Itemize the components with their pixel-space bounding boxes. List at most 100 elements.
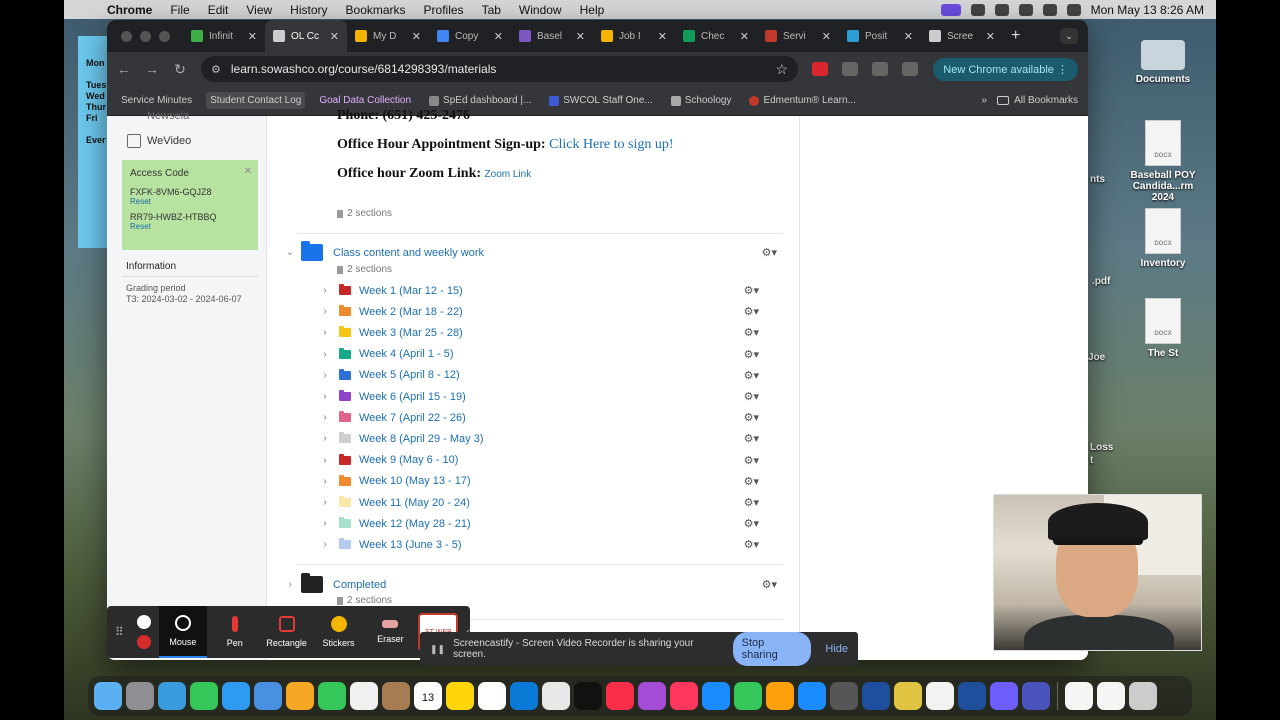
dock-app-icon[interactable] [926,682,954,710]
week-folder-name[interactable]: Week 3 (Mar 25 - 28) [359,327,463,339]
profile-icon[interactable] [902,62,918,76]
menu-profiles[interactable]: Profiles [424,3,464,17]
zoom-window-button[interactable] [159,30,170,42]
week-folder-name[interactable]: Week 2 (Mar 18 - 22) [359,306,463,318]
minimize-window-button[interactable] [140,30,151,42]
dock-app-icon[interactable] [254,682,282,710]
chevron-right-icon[interactable]: › [319,349,331,360]
dock-app-icon[interactable] [638,682,666,710]
chevron-right-icon[interactable]: › [283,579,297,590]
week-folder-name[interactable]: Week 10 (May 13 - 17) [359,475,471,487]
bookmark-star-icon[interactable]: ☆ [775,61,788,78]
chevron-right-icon[interactable]: › [319,455,331,466]
gear-icon[interactable]: ⚙▾ [744,475,759,488]
screencastify-extension-icon[interactable] [812,62,828,76]
search-icon[interactable] [1066,3,1081,16]
tab-3[interactable]: Copy ✕ [429,20,511,52]
webcam-preview[interactable] [993,494,1202,651]
tab-9[interactable]: Scree ✕ [921,20,1003,52]
week-folder-row[interactable]: › Week 6 (April 15 - 19) ⚙▾ [319,386,769,407]
tab-5[interactable]: Job I ✕ [593,20,675,52]
week-folder-name[interactable]: Week 8 (April 29 - May 3) [359,433,484,445]
dock-app-icon[interactable] [190,682,218,710]
dock-app-icon[interactable] [894,682,922,710]
dock-app-icon[interactable] [1022,682,1050,710]
chevron-right-icon[interactable]: › [319,412,331,423]
bookmark-schoology[interactable]: Schoology [667,92,736,109]
address-bar[interactable]: ⚙ learn.sowashco.org/course/6814298393/m… [201,56,798,82]
dock-app-icon[interactable] [862,682,890,710]
week-folder-name[interactable]: Week 9 (May 6 - 10) [359,454,458,466]
gear-icon[interactable]: ⚙▾ [762,246,777,259]
screen-share-icon[interactable] [940,3,961,16]
week-folder-name[interactable]: Week 6 (April 15 - 19) [359,391,466,403]
battery-icon[interactable] [1018,3,1033,16]
sidebar-item-wevideo[interactable]: WeVideo [127,134,191,148]
close-tab-icon[interactable]: ✕ [494,30,503,43]
dock-app-icon[interactable] [382,682,410,710]
dock-app-icon[interactable] [446,682,474,710]
dock-app-icon[interactable] [1097,682,1125,710]
chevron-right-icon[interactable]: › [319,539,331,550]
reset-link[interactable]: Reset [130,222,250,231]
close-tab-icon[interactable]: ✕ [412,30,421,43]
reading-list-icon[interactable] [872,62,888,76]
gear-icon[interactable]: ⚙▾ [744,348,759,361]
chevron-right-icon[interactable]: › [319,476,331,487]
new-tab-button[interactable]: + [1011,27,1020,45]
week-folder-row[interactable]: › Week 4 (April 1 - 5) ⚙▾ [319,344,769,365]
rectangle-tool-button[interactable]: Rectangle [263,606,311,658]
mouse-tool-button[interactable]: Mouse [158,606,207,658]
dock-app-icon[interactable] [670,682,698,710]
week-folder-name[interactable]: Week 11 (May 20 - 24) [359,497,470,509]
reset-link[interactable]: Reset [130,197,250,206]
menu-view[interactable]: View [246,3,272,17]
dock-app-icon[interactable] [958,682,986,710]
close-tab-icon[interactable]: ✕ [576,30,585,43]
bookmark-swcol-staff[interactable]: SWCOL Staff One... [545,92,656,109]
desktop-file-baseball[interactable]: Baseball POY Candida...rm 2024 [1123,120,1203,203]
gear-icon[interactable]: ⚙▾ [744,390,759,403]
gear-icon[interactable]: ⚙▾ [744,517,759,530]
chevron-right-icon[interactable]: › [319,497,331,508]
dock-app-icon[interactable] [734,682,762,710]
week-folder-row[interactable]: › Week 11 (May 20 - 24) ⚙▾ [319,492,769,513]
bookmark-goal-data-collection[interactable]: Goal Data Collection [315,92,415,109]
bookmark-service-minutes[interactable]: Service Minutes [117,92,196,109]
bluetooth-icon[interactable] [994,3,1009,16]
folder-name[interactable]: Completed [333,579,386,591]
extensions-puzzle-icon[interactable] [842,62,858,76]
chevron-right-icon[interactable]: › [319,285,331,296]
dock-app-icon[interactable] [702,682,730,710]
week-folder-name[interactable]: Week 13 (June 3 - 5) [359,539,462,551]
chevron-right-icon[interactable]: › [319,370,331,381]
menu-chrome[interactable]: Chrome [107,3,152,17]
week-folder-name[interactable]: Week 12 (May 28 - 21) [359,518,471,530]
dock-app-icon[interactable] [126,682,154,710]
stop-sharing-button[interactable]: Stop sharing [732,632,812,666]
menu-bookmarks[interactable]: Bookmarks [346,3,406,17]
desktop-file-inventory[interactable]: Inventory [1123,208,1203,269]
dock-app-icon[interactable] [350,682,378,710]
dock-app-icon[interactable] [766,682,794,710]
dock-app-icon[interactable] [990,682,1018,710]
eraser-tool-button[interactable]: Eraser [366,606,414,658]
dock-app-icon[interactable] [574,682,602,710]
close-tab-icon[interactable]: ✕ [330,30,339,43]
week-folder-name[interactable]: Week 4 (April 1 - 5) [359,348,454,360]
chevron-right-icon[interactable]: › [319,306,331,317]
desktop-documents-folder[interactable]: Documents [1123,40,1203,85]
week-folder-row[interactable]: › Week 3 (Mar 25 - 28) ⚙▾ [319,322,769,343]
close-tab-icon[interactable]: ✕ [658,30,667,43]
calendar-icon[interactable]: 13 [414,682,442,710]
audio-icon[interactable] [970,3,985,16]
gear-icon[interactable]: ⚙▾ [744,454,759,467]
bookmark-student-contact-log[interactable]: Student Contact Log [206,92,306,109]
office-hour-signup-link[interactable]: Click Here to sign up! [549,137,673,152]
week-folder-row[interactable]: › Week 7 (April 22 - 26) ⚙▾ [319,407,769,428]
dock-app-icon[interactable] [510,682,538,710]
week-folder-name[interactable]: Week 5 (April 8 - 12) [359,369,460,381]
dock-app-icon[interactable] [798,682,826,710]
bookmark-sped-dashboard[interactable]: SpEd dashboard |... [425,92,535,109]
pause-recording-button[interactable] [136,615,151,629]
